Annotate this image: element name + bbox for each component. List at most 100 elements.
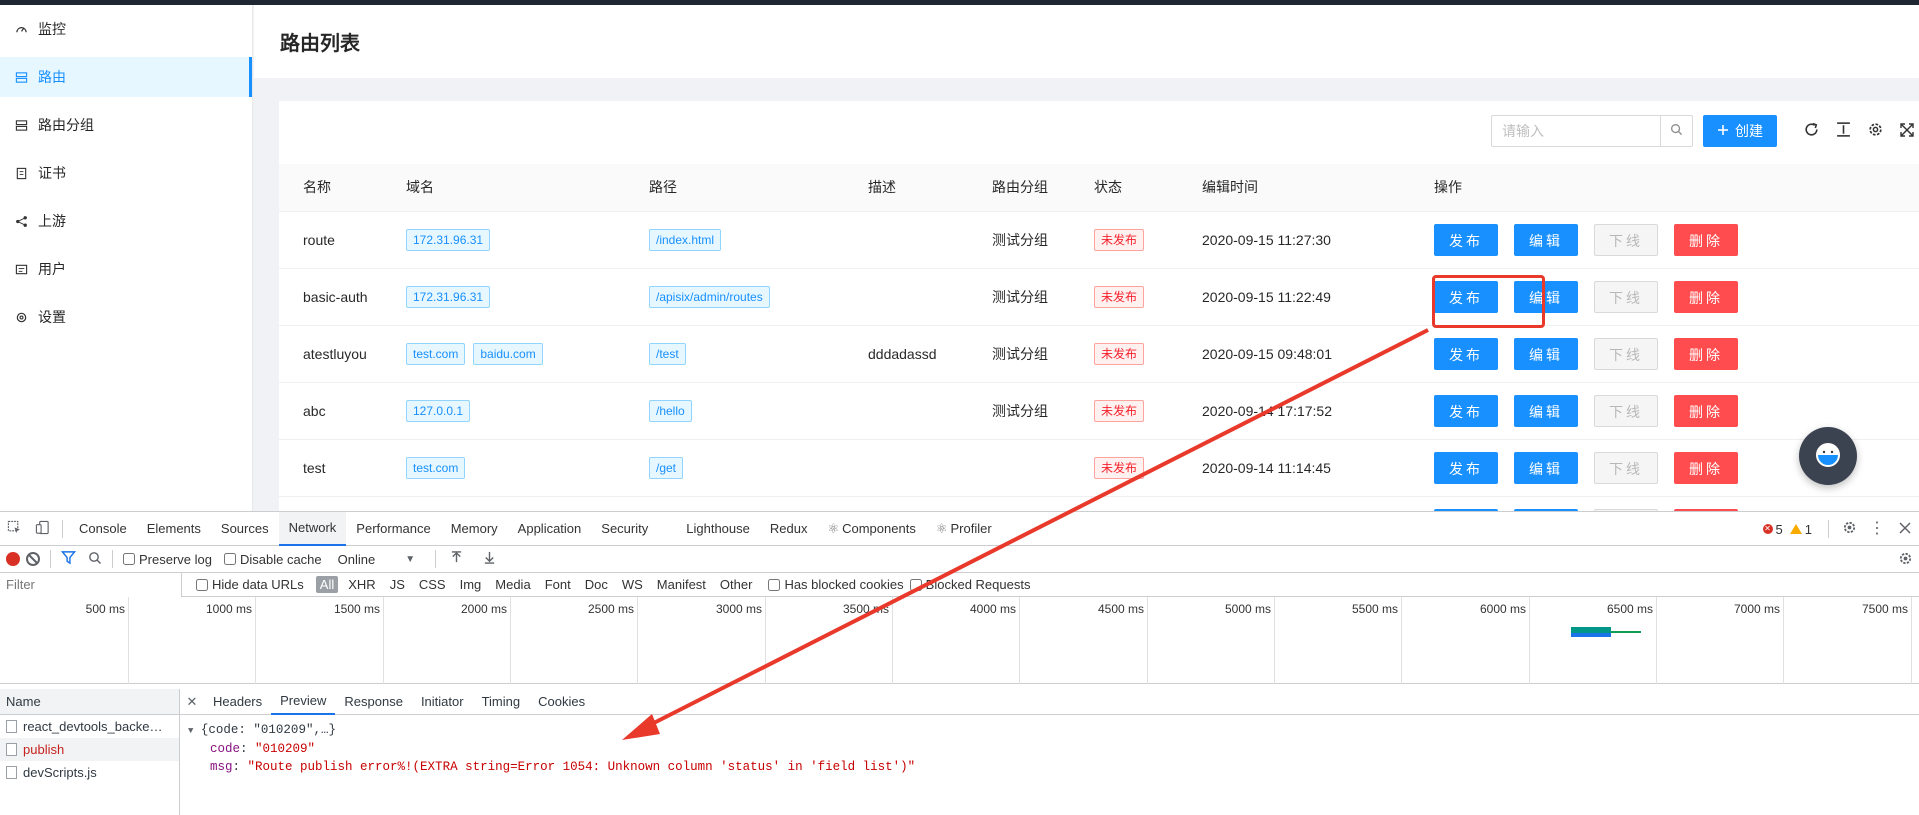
type-filter-css[interactable]: CSS — [415, 576, 450, 593]
offline-button[interactable]: 下线 — [1594, 337, 1658, 370]
type-filter-media[interactable]: Media — [491, 576, 534, 593]
offline-button[interactable]: 下线 — [1594, 223, 1658, 256]
type-filter-img[interactable]: Img — [456, 576, 486, 593]
column-header-group[interactable]: 路由分组 — [992, 164, 1094, 212]
detail-tab-preview[interactable]: Preview — [271, 688, 336, 715]
reload-button[interactable] — [1799, 119, 1823, 143]
column-settings-button[interactable] — [1863, 119, 1887, 143]
column-header-status[interactable]: 状态 — [1094, 164, 1202, 212]
type-filter-ws[interactable]: WS — [618, 576, 647, 593]
devtools-tab-profiler[interactable]: ⚛ Profiler — [926, 512, 1002, 546]
preview-summary-row[interactable]: ▼ {code: "010209",…} — [188, 721, 1911, 740]
delete-button[interactable]: 删除 — [1674, 223, 1738, 256]
detail-tab-headers[interactable]: Headers — [204, 689, 271, 715]
throttling-select[interactable]: Online ▼ — [338, 552, 415, 567]
issues-counter[interactable]: ✕ 5 1 — [1762, 522, 1812, 537]
column-header-host[interactable]: 域名 — [406, 164, 649, 212]
inspect-element-button[interactable] — [0, 512, 28, 546]
type-filter-js[interactable]: JS — [386, 576, 409, 593]
network-settings-button[interactable] — [1898, 551, 1913, 569]
detail-tab-response[interactable]: Response — [335, 689, 412, 715]
devtools-tab-lighthouse[interactable]: Lighthouse — [676, 512, 760, 546]
edit-button[interactable]: 编辑 — [1514, 451, 1578, 484]
sidebar-item-upstream[interactable]: 上游 — [0, 201, 252, 241]
request-item[interactable]: devScripts.js — [0, 761, 179, 784]
hide-data-urls-checkbox[interactable]: Hide data URLs — [196, 577, 304, 592]
devtools-close-button[interactable] — [1891, 512, 1919, 546]
devtools-tab-console[interactable]: Console — [69, 512, 137, 546]
publish-button[interactable]: 发布 — [1434, 337, 1498, 370]
offline-button[interactable]: 下线 — [1594, 280, 1658, 313]
column-header-time[interactable]: 编辑时间 — [1202, 164, 1434, 212]
blocked-requests-checkbox[interactable]: Blocked Requests — [909, 577, 1030, 592]
import-har-button[interactable] — [450, 551, 463, 567]
publish-button[interactable]: 发布 — [1434, 451, 1498, 484]
floating-helper-button[interactable] — [1799, 427, 1857, 485]
type-filter-manifest[interactable]: Manifest — [653, 576, 710, 593]
edit-button[interactable]: 编辑 — [1514, 223, 1578, 256]
edit-button[interactable]: 编辑 — [1514, 280, 1578, 313]
type-filter-all[interactable]: All — [315, 576, 339, 593]
preserve-log-checkbox[interactable]: Preserve log — [123, 552, 212, 567]
type-filter-other[interactable]: Other — [716, 576, 757, 593]
search-input[interactable] — [1491, 115, 1661, 147]
export-har-button[interactable] — [483, 551, 496, 567]
sidebar-item-settings[interactable]: 设置 — [0, 297, 252, 337]
type-filter-xhr[interactable]: XHR — [344, 576, 379, 593]
search-button[interactable] — [1661, 115, 1693, 147]
delete-button[interactable]: 删除 — [1674, 394, 1738, 427]
sidebar-item-certificates[interactable]: 证书 — [0, 153, 252, 193]
delete-button[interactable]: 删除 — [1674, 280, 1738, 313]
column-header-path[interactable]: 路径 — [649, 164, 868, 212]
devtools-tab-redux[interactable]: Redux — [760, 512, 818, 546]
publish-button[interactable]: 发布 — [1434, 280, 1498, 313]
device-toolbar-button[interactable] — [28, 512, 56, 546]
name-column-header[interactable]: Name — [0, 689, 179, 715]
type-filter-doc[interactable]: Doc — [581, 576, 612, 593]
timeline-gridline: 4500 ms — [1098, 597, 1148, 684]
publish-button[interactable]: 发布 — [1434, 394, 1498, 427]
sidebar-item-routes[interactable]: 路由 — [0, 57, 252, 97]
filter-toggle-button[interactable] — [60, 550, 77, 568]
offline-button[interactable]: 下线 — [1594, 451, 1658, 484]
detail-tab-initiator[interactable]: Initiator — [412, 689, 473, 715]
has-blocked-cookies-checkbox[interactable]: Has blocked cookies — [768, 577, 904, 592]
devtools-tab-memory[interactable]: Memory — [441, 512, 508, 546]
delete-button[interactable]: 删除 — [1674, 337, 1738, 370]
disable-cache-checkbox[interactable]: Disable cache — [223, 552, 322, 567]
search-network-button[interactable] — [88, 551, 102, 568]
clear-button[interactable] — [26, 552, 40, 566]
devtools-settings-button[interactable] — [1835, 512, 1863, 546]
close-detail-button[interactable]: ✕ — [180, 694, 204, 710]
type-filter-font[interactable]: Font — [541, 576, 575, 593]
record-button[interactable] — [6, 552, 20, 566]
density-button[interactable] — [1831, 119, 1855, 143]
devtools-tab-application[interactable]: Application — [508, 512, 592, 546]
devtools-more-button[interactable]: ⋮ — [1863, 512, 1891, 546]
delete-button[interactable]: 删除 — [1674, 451, 1738, 484]
offline-button[interactable]: 下线 — [1594, 394, 1658, 427]
network-filter-input[interactable] — [0, 572, 182, 597]
network-overview-timeline[interactable]: 500 ms 1000 ms 1500 ms 2000 ms 2500 ms 3… — [0, 597, 1919, 684]
edit-button[interactable]: 编辑 — [1514, 337, 1578, 370]
sidebar-item-route-groups[interactable]: 路由分组 — [0, 105, 252, 145]
devtools-tab-sources[interactable]: Sources — [211, 512, 279, 546]
edit-button[interactable]: 编辑 — [1514, 394, 1578, 427]
detail-tab-cookies[interactable]: Cookies — [529, 689, 594, 715]
devtools-tab-performance[interactable]: Performance — [346, 512, 440, 546]
create-route-button[interactable]: 创建 — [1703, 115, 1777, 147]
detail-tab-timing[interactable]: Timing — [473, 689, 530, 715]
column-header-name[interactable]: 名称 — [279, 164, 406, 212]
sidebar-item-users[interactable]: 用户 — [0, 249, 252, 289]
devtools-tab-elements[interactable]: Elements — [137, 512, 211, 546]
column-header-desc[interactable]: 描述 — [868, 164, 992, 212]
request-item[interactable]: publish — [0, 738, 179, 761]
devtools-tab-components[interactable]: ⚛ Components — [817, 512, 925, 546]
request-item[interactable]: react_devtools_backe… — [0, 715, 179, 738]
devtools-tab-network[interactable]: Network — [278, 511, 347, 546]
sidebar-item-dashboard[interactable]: 监控 — [0, 9, 252, 49]
route-table-card: 创建 — [279, 101, 1919, 511]
devtools-tab-security[interactable]: Security — [591, 512, 658, 546]
fullscreen-button[interactable] — [1895, 119, 1919, 143]
publish-button[interactable]: 发布 — [1434, 223, 1498, 256]
